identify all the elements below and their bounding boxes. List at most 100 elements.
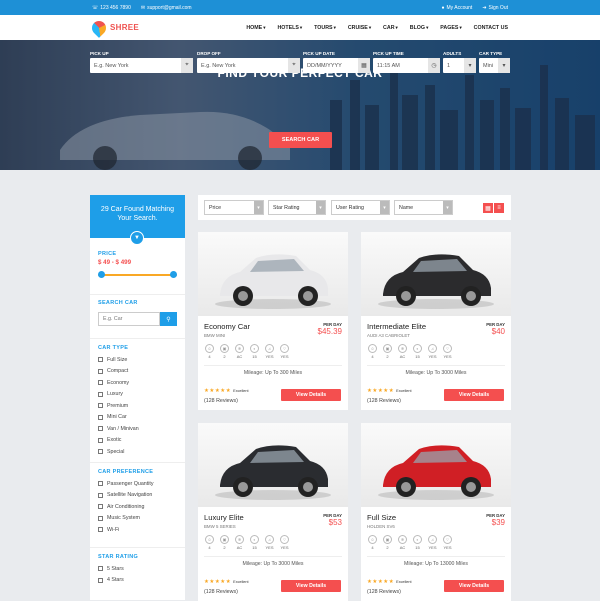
- grid-view-icon[interactable]: ▦: [483, 203, 493, 213]
- nav-item-hotels[interactable]: HOTELS ▾: [277, 25, 302, 31]
- car-type-option[interactable]: Van / Minivan: [98, 423, 177, 435]
- car-type-value[interactable]: Mini: [483, 63, 493, 69]
- nav-item-tours[interactable]: TOURS ▾: [314, 25, 336, 31]
- car-name[interactable]: Full Size: [367, 513, 505, 522]
- price-slider-track[interactable]: [98, 273, 177, 276]
- star-rating-option-label[interactable]: 5 Stars: [107, 566, 124, 572]
- car-preference-option[interactable]: Air Conditioning: [98, 501, 177, 513]
- list-view-icon[interactable]: ≡: [494, 203, 504, 213]
- view-details-button[interactable]: View Details: [444, 580, 504, 592]
- my-account-label[interactable]: My Account: [446, 5, 472, 11]
- car-type-option[interactable]: Premium: [98, 400, 177, 412]
- car-preference-option[interactable]: Passenger Quantity: [98, 478, 177, 490]
- checkbox[interactable]: [98, 437, 103, 443]
- adults-value[interactable]: 1: [447, 63, 450, 69]
- view-details-button[interactable]: View Details: [281, 389, 341, 401]
- review-count[interactable]: (128 Reviews): [367, 589, 412, 595]
- nav-label[interactable]: HOTELS: [277, 25, 298, 31]
- car-type-option[interactable]: Special: [98, 446, 177, 458]
- nav-label[interactable]: CONTACT US: [474, 25, 508, 31]
- checkbox[interactable]: [98, 577, 103, 583]
- checkbox[interactable]: [98, 515, 103, 521]
- price-slider-handle-min[interactable]: [98, 271, 105, 278]
- car-type-option[interactable]: Luxury: [98, 389, 177, 401]
- car-preference-option-label[interactable]: Air Conditioning: [107, 504, 144, 510]
- car-preference-option[interactable]: Wi-Fi: [98, 524, 177, 536]
- star-rating-option[interactable]: 5 Stars: [98, 563, 177, 575]
- car-preference-option[interactable]: Satellite Navigation: [98, 490, 177, 502]
- checkbox[interactable]: [98, 492, 103, 498]
- car-type-option-label[interactable]: Premium: [107, 403, 128, 409]
- car-image[interactable]: [198, 232, 348, 316]
- checkbox[interactable]: [98, 391, 103, 397]
- sort-price-select[interactable]: Price ▾: [204, 200, 264, 215]
- nav-item-home[interactable]: HOME ▾: [246, 25, 265, 31]
- car-type-option[interactable]: Economy: [98, 377, 177, 389]
- view-details-button[interactable]: View Details: [444, 389, 504, 401]
- sort-name-label[interactable]: Name: [399, 205, 413, 211]
- price-slider[interactable]: [98, 271, 177, 278]
- nav-label[interactable]: PAGES: [440, 25, 458, 31]
- car-preference-option-label[interactable]: Satellite Navigation: [107, 492, 152, 498]
- car-preference-option-label[interactable]: Music System: [107, 515, 140, 521]
- checkbox[interactable]: [98, 357, 103, 363]
- dropoff-input[interactable]: E.g. New York ⌖: [197, 58, 300, 73]
- car-image[interactable]: [361, 232, 511, 316]
- car-card[interactable]: Full Size HOLDEN SV6 PER DAY $39 ☺ 4 ▣ 2 ❄ AC ◐ 15 ♫…: [361, 423, 511, 601]
- price-slider-handle-max[interactable]: [170, 271, 177, 278]
- pickup-input[interactable]: E.g. New York ⌖: [90, 58, 193, 73]
- checkbox[interactable]: [98, 426, 103, 432]
- car-image[interactable]: [198, 423, 348, 507]
- brand-name[interactable]: SHREE: [110, 23, 139, 32]
- pickup-time-input[interactable]: 11:15 AM ◷: [373, 58, 440, 73]
- sort-star-label[interactable]: Star Rating: [273, 205, 300, 211]
- brand-logo[interactable]: SHREE: [89, 17, 139, 38]
- email-address[interactable]: support@gmail.com: [147, 5, 192, 11]
- nav-label[interactable]: HOME: [246, 25, 262, 31]
- sign-out-link[interactable]: ➜ Sign Out: [482, 5, 508, 11]
- nav-item-pages[interactable]: PAGES ▾: [440, 25, 461, 31]
- car-name[interactable]: Luxury Elite: [204, 513, 342, 522]
- sort-name-select[interactable]: Name ▾: [394, 200, 453, 215]
- review-count[interactable]: (128 Reviews): [204, 398, 249, 404]
- car-image[interactable]: [361, 423, 511, 507]
- pickup-placeholder[interactable]: E.g. New York: [94, 63, 129, 69]
- nav-item-contact[interactable]: CONTACT US: [474, 25, 508, 31]
- checkbox[interactable]: [98, 403, 103, 409]
- checkbox[interactable]: [98, 368, 103, 374]
- car-type-option[interactable]: Compact: [98, 366, 177, 378]
- sort-star-select[interactable]: Star Rating ▾: [268, 200, 326, 215]
- car-preference-option-label[interactable]: Passenger Quantity: [107, 481, 154, 487]
- car-type-option-label[interactable]: Special: [107, 449, 124, 455]
- sign-out-label[interactable]: Sign Out: [489, 5, 508, 11]
- car-type-option[interactable]: Mini Car: [98, 412, 177, 424]
- car-type-option-label[interactable]: Economy: [107, 380, 129, 386]
- car-preference-option[interactable]: Music System: [98, 513, 177, 525]
- view-details-button[interactable]: View Details: [281, 580, 341, 592]
- email-info[interactable]: ✉ support@gmail.com: [141, 5, 192, 11]
- car-type-option-label[interactable]: Mini Car: [107, 414, 127, 420]
- checkbox[interactable]: [98, 414, 103, 420]
- car-card[interactable]: Economy Car BMW MINI PER DAY $45.39 ☺ 4 ▣ 2 ❄ AC ◐…: [198, 232, 348, 410]
- date-placeholder[interactable]: DD/MM/YYYY: [307, 63, 342, 69]
- car-type-option[interactable]: Full Size: [98, 354, 177, 366]
- car-card[interactable]: Luxury Elite BMW 5 SERIES PER DAY $53 ☺ 4 ▣ 2 ❄ A…: [198, 423, 348, 601]
- nav-item-blog[interactable]: BLOG ▾: [410, 25, 429, 31]
- car-type-option-label[interactable]: Luxury: [107, 391, 123, 397]
- checkbox[interactable]: [98, 566, 103, 572]
- car-type-select[interactable]: Mini ▾: [479, 58, 510, 73]
- sort-user-rating-label[interactable]: User Rating: [336, 205, 364, 211]
- sort-user-rating-select[interactable]: User Rating ▾: [331, 200, 390, 215]
- checkbox[interactable]: [98, 504, 103, 510]
- sidebar-search-input[interactable]: E.g. Car: [98, 312, 160, 326]
- adults-select[interactable]: 1 ▾: [443, 58, 476, 73]
- checkbox[interactable]: [98, 449, 103, 455]
- car-preference-option-label[interactable]: Wi-Fi: [107, 527, 119, 533]
- search-icon[interactable]: ⚲: [160, 312, 177, 326]
- review-count[interactable]: (128 Reviews): [204, 589, 249, 595]
- star-rating-option[interactable]: 4 Stars: [98, 575, 177, 587]
- pickup-date-input[interactable]: DD/MM/YYYY ▦: [303, 58, 370, 73]
- checkbox[interactable]: [98, 380, 103, 386]
- nav-label[interactable]: CAR: [383, 25, 394, 31]
- checkbox[interactable]: [98, 527, 103, 533]
